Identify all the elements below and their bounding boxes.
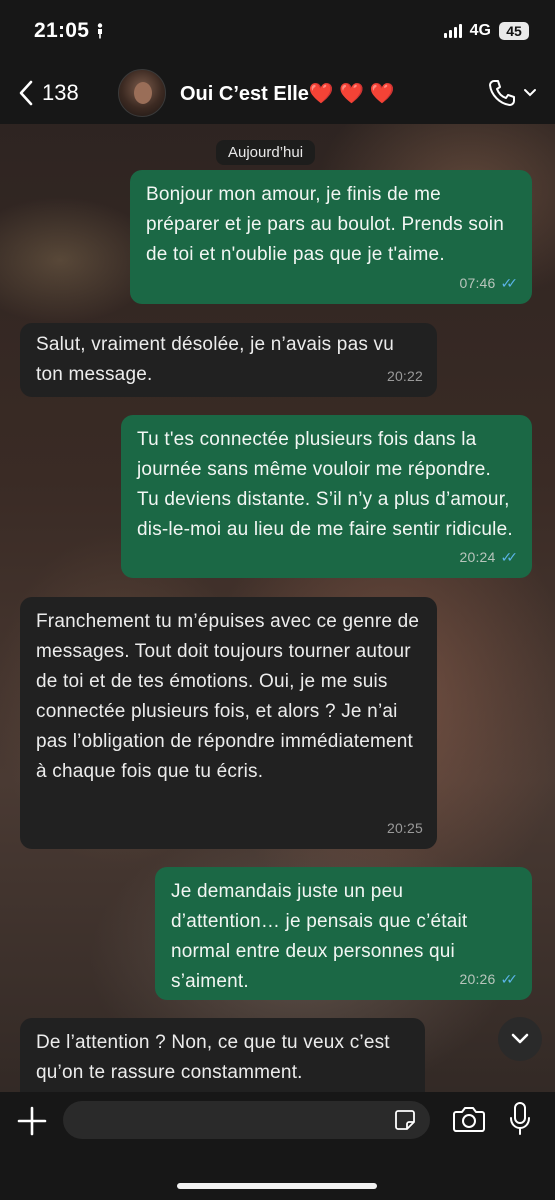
- sticker-icon[interactable]: [394, 1109, 416, 1131]
- message-incoming[interactable]: Franchement tu m’épuises avec ce genre d…: [20, 597, 437, 849]
- read-ticks-icon: ✓✓: [500, 549, 519, 565]
- message-time: 20:22: [386, 368, 423, 384]
- message-text: Bonjour mon amour, je finis de me prépar…: [146, 184, 504, 265]
- message-composer: [0, 1092, 555, 1200]
- network-type: 4G: [469, 22, 491, 39]
- message-meta: 20:24 ✓✓: [459, 542, 518, 572]
- message-text: Franchement tu m’épuises avec ce genre d…: [36, 611, 420, 782]
- message-time: 07:46: [459, 275, 496, 291]
- message-time: 20:25: [386, 820, 423, 836]
- message-meta: 20:26 ✓✓: [459, 964, 518, 994]
- message-outgoing[interactable]: Bonjour mon amour, je finis de me prépar…: [130, 170, 532, 304]
- back-unread-count: 138: [42, 80, 79, 105]
- message-input[interactable]: [79, 1101, 379, 1139]
- message-incoming[interactable]: Salut, vraiment désolée, je n’avais pas …: [20, 323, 437, 397]
- message-outgoing[interactable]: Je demandais juste un peu d’attention… j…: [155, 867, 532, 1000]
- contact-avatar[interactable]: [118, 69, 166, 117]
- message-input-box[interactable]: [63, 1101, 430, 1139]
- microphone-icon[interactable]: [508, 1101, 532, 1137]
- phone-icon: [489, 80, 515, 106]
- chevron-left-icon: [19, 80, 33, 106]
- walking-person-icon: [98, 23, 103, 39]
- chat-messages[interactable]: Aujourd’hui Bonjour mon amour, je finis …: [0, 124, 555, 1092]
- message-time: 20:24: [459, 549, 496, 565]
- status-clock: 21:05: [34, 19, 105, 43]
- read-ticks-icon: ✓✓: [500, 275, 519, 291]
- message-time: 20:26: [459, 971, 496, 987]
- message-text: Tu t'es connectée plusieurs fois dans la…: [137, 429, 513, 540]
- status-bar: 21:05 4G 45: [0, 0, 555, 62]
- back-button[interactable]: 138: [18, 80, 118, 106]
- call-button[interactable]: [487, 78, 537, 108]
- plus-icon[interactable]: [16, 1105, 48, 1137]
- home-indicator: [177, 1183, 377, 1189]
- message-text: Salut, vraiment désolée, je n’avais pas …: [36, 334, 394, 385]
- scroll-to-bottom-button[interactable]: [498, 1017, 542, 1061]
- date-separator: Aujourd’hui: [216, 140, 316, 165]
- chat-header: 138 Oui C’est Elle❤️ ❤️ ❤️: [0, 62, 555, 124]
- message-meta: 20:25: [387, 813, 423, 843]
- message-incoming[interactable]: De l’attention ? Non, ce que tu veux c’e…: [20, 1018, 425, 1092]
- message-meta: 07:46 ✓✓: [459, 268, 518, 298]
- camera-icon[interactable]: [452, 1104, 486, 1134]
- chevron-down-icon: [511, 1033, 529, 1044]
- message-outgoing[interactable]: Tu t'es connectée plusieurs fois dans la…: [121, 415, 532, 578]
- status-indicators: 4G 45: [443, 22, 529, 40]
- message-text: De l’attention ? Non, ce que tu veux c’e…: [36, 1032, 390, 1083]
- chevron-down-icon: [524, 89, 536, 97]
- read-ticks-icon: ✓✓: [500, 971, 519, 987]
- battery-level: 45: [506, 23, 522, 39]
- status-time: 21:05: [34, 19, 90, 42]
- battery-icon: 45: [499, 22, 529, 40]
- message-meta: 20:22: [387, 361, 423, 391]
- contact-name[interactable]: Oui C’est Elle❤️ ❤️ ❤️: [180, 81, 487, 106]
- signal-icon: [443, 24, 462, 38]
